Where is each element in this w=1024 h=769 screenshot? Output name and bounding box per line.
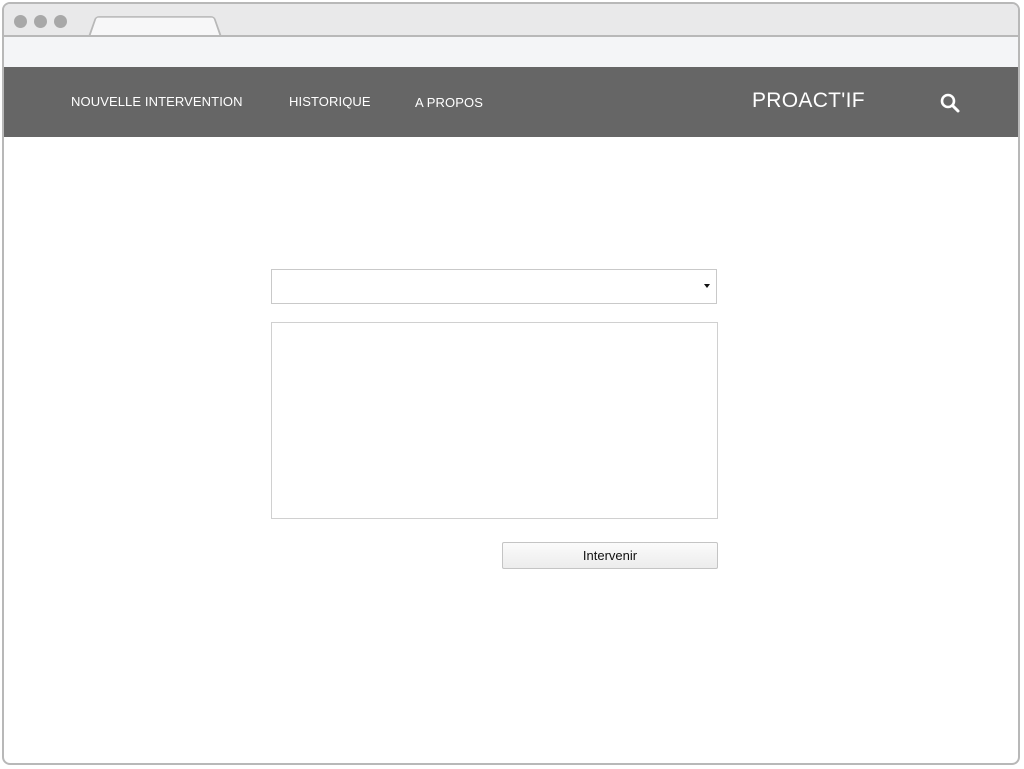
intervention-type-select[interactable]	[271, 269, 717, 304]
caret-down-icon	[704, 284, 710, 288]
browser-window: NOUVELLE INTERVENTION HISTORIQUE A PROPO…	[2, 2, 1020, 765]
intervention-description-textarea[interactable]	[271, 322, 718, 519]
intervention-form: Intervenir	[4, 4, 1018, 763]
intervenir-button[interactable]: Intervenir	[502, 542, 718, 569]
